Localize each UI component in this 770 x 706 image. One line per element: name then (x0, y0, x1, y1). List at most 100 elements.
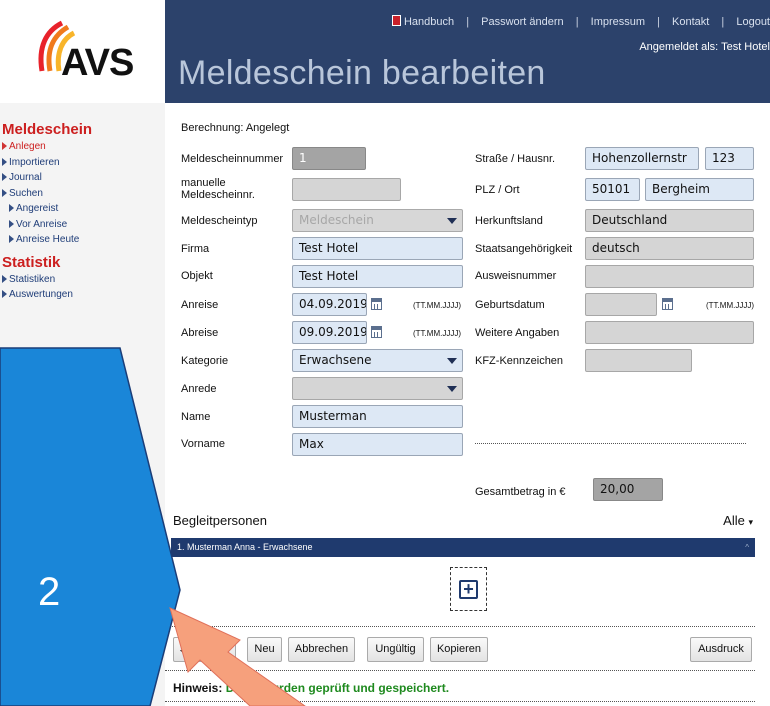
label-gesamt: Gesamtbetrag in € (475, 486, 566, 498)
ort-field[interactable]: Bergheim (645, 178, 754, 201)
abbrechen-button[interactable]: Abbrechen (288, 637, 355, 662)
sidebar: Meldeschein Anlegen Importieren Journal … (0, 103, 165, 706)
triangle-icon (2, 188, 7, 197)
label-name: Name (181, 411, 211, 423)
sidebar-item-vor-anreise[interactable]: Vor Anreise (0, 217, 165, 233)
top-navigation: Handbuch | Passwort ändern | Impressum |… (391, 15, 770, 28)
hint-message: Hinweis: Daten wurden geprüft und gespei… (173, 681, 450, 695)
label-geburt: Geburtsdatum (475, 299, 545, 311)
triangle-icon (9, 219, 14, 228)
herkunftsland-field[interactable]: Deutschland (585, 209, 754, 232)
calendar-icon[interactable] (371, 326, 382, 338)
vorname-field[interactable]: Max (292, 433, 463, 456)
label-kategorie: Kategorie (181, 355, 229, 367)
sidebar-item-journal[interactable]: Journal (0, 170, 165, 186)
kategorie-select[interactable]: Erwachsene (292, 349, 463, 372)
staatsangehoerigkeit-field[interactable]: deutsch (585, 237, 754, 260)
date-format-hint: (TT.MM.JJJJ) (413, 301, 461, 310)
ausdruck-button[interactable]: Ausdruck (690, 637, 752, 662)
gesamtbetrag-field[interactable]: 20,00 (593, 478, 663, 501)
sidebar-item-anlegen[interactable]: Anlegen (0, 139, 165, 155)
sidebar-item-anreise-heute[interactable]: Anreise Heute (0, 232, 165, 248)
page-title: Meldeschein bearbeiten (178, 54, 546, 92)
weitere-angaben-field[interactable] (585, 321, 754, 344)
begleitpersonen-header: Begleitpersonen Alle ▾ (173, 513, 753, 535)
plz-field[interactable]: 50101 (585, 178, 640, 201)
label-anreise: Anreise (181, 299, 219, 311)
label-herkunft: Herkunftsland (475, 215, 543, 227)
begleitpersonen-title: Begleitpersonen (173, 513, 267, 528)
triangle-icon (2, 157, 7, 166)
meldeschein-form: Berechnung: Angelegt Meldescheinnummer 1… (165, 103, 770, 706)
ausweisnummer-field[interactable] (585, 265, 754, 288)
chevron-down-icon (442, 350, 462, 371)
anrede-select[interactable] (292, 377, 463, 400)
calendar-icon[interactable] (371, 298, 382, 310)
date-format-hint: (TT.MM.JJJJ) (413, 329, 461, 338)
divider (165, 626, 755, 627)
divider (165, 670, 755, 671)
sidebar-heading-meldeschein: Meldeschein (2, 121, 93, 138)
chevron-up-icon: ^ (745, 543, 749, 552)
name-field[interactable]: Musterman (292, 405, 463, 428)
sidebar-heading-statistik: Statistik (2, 253, 61, 271)
add-begleitperson-button[interactable]: + (450, 567, 487, 611)
speichern-button[interactable]: Speichern (173, 637, 236, 662)
label-kfz: KFZ-Kennzeichen (475, 355, 564, 367)
kontakt-link[interactable]: Kontakt (672, 16, 709, 28)
objekt-field[interactable]: Test Hotel (292, 265, 463, 288)
plus-icon: + (459, 580, 478, 599)
sidebar-item-angereist[interactable]: Angereist (0, 201, 165, 217)
calculation-status: Berechnung: Angelegt (181, 122, 290, 134)
divider (475, 443, 746, 444)
logout-link[interactable]: Logout (736, 16, 770, 28)
label-ausweis: Ausweisnummer (475, 270, 557, 282)
divider (165, 701, 755, 702)
strasse-field[interactable]: Hohenzollernstr (585, 147, 699, 170)
begleitperson-row[interactable]: 1. Musterman Anna - Erwachsene ^ (171, 538, 755, 557)
triangle-icon (2, 290, 7, 298)
abreise-date-field[interactable]: 09.09.2019 (292, 321, 367, 344)
passwort-link[interactable]: Passwort ändern (481, 16, 564, 28)
callout-number: 2 (38, 570, 61, 614)
kopieren-button[interactable]: Kopieren (430, 637, 488, 662)
filter-dropdown[interactable]: Alle ▾ (723, 513, 753, 528)
meldescheintyp-select[interactable]: Meldeschein (292, 209, 463, 232)
pdf-icon (391, 15, 401, 26)
kfz-kennzeichen-field[interactable] (585, 349, 692, 372)
label-vorname: Vorname (181, 438, 226, 450)
logged-in-status: Angemeldet als: Test Hotel (639, 41, 770, 53)
label-manuell: manuelle Meldescheinnr. (181, 177, 255, 201)
label-abreise: Abreise (181, 327, 219, 339)
firma-field[interactable]: Test Hotel (292, 237, 463, 260)
sidebar-item-statistiken[interactable]: Statistiken (0, 272, 165, 288)
geburtsdatum-field[interactable] (585, 293, 657, 316)
label-objekt: Objekt (181, 270, 213, 282)
label-anrede: Anrede (181, 383, 217, 395)
meldescheinnummer-field[interactable]: 1 (292, 147, 366, 170)
label-nummer: Meldescheinnummer (181, 153, 284, 165)
chevron-down-icon (442, 210, 462, 231)
impressum-link[interactable]: Impressum (591, 16, 645, 28)
manuelle-nummer-field[interactable] (292, 178, 401, 201)
hausnr-field[interactable]: 123 (705, 147, 754, 170)
sidebar-item-importieren[interactable]: Importieren (0, 155, 165, 171)
sidebar-item-suchen[interactable]: Suchen (0, 186, 165, 202)
sidebar-item-auswertungen[interactable]: Auswertungen (0, 287, 165, 303)
label-weitere: Weitere Angaben (475, 327, 560, 339)
neu-button[interactable]: Neu (247, 637, 282, 662)
triangle-icon (9, 235, 14, 243)
logo-text: AVS (61, 42, 134, 84)
calendar-icon[interactable] (662, 298, 673, 310)
triangle-icon (2, 142, 7, 150)
handbuch-link[interactable]: Handbuch (404, 16, 454, 28)
label-plz: PLZ / Ort (475, 184, 520, 196)
header: Handbuch | Passwort ändern | Impressum |… (165, 0, 770, 103)
triangle-icon (2, 173, 7, 181)
triangle-icon (9, 204, 14, 212)
chevron-down-icon (442, 378, 462, 399)
triangle-icon (2, 274, 7, 283)
label-typ: Meldescheintyp (181, 215, 258, 227)
ungueltig-button[interactable]: Ungültig (367, 637, 424, 662)
anreise-date-field[interactable]: 04.09.2019 (292, 293, 367, 316)
